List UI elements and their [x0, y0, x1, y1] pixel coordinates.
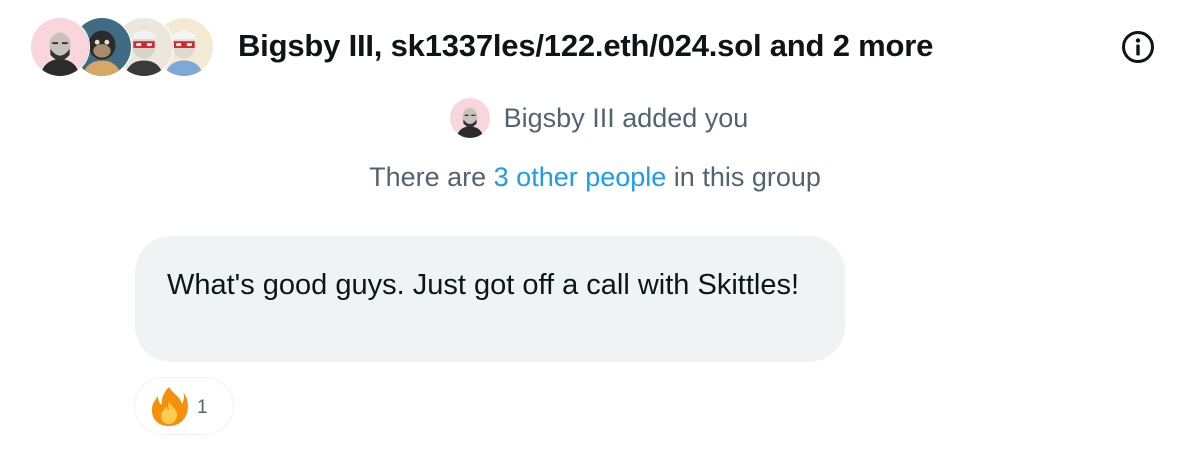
- info-icon: [1122, 31, 1154, 63]
- group-avatars[interactable]: [30, 17, 220, 79]
- message-bubble[interactable]: What's good guys. Just got off a call wi…: [135, 236, 845, 362]
- bigsby-avatar-icon: [30, 17, 90, 77]
- system-message: Bigsby III added you: [0, 96, 1190, 140]
- conversation-title: Bigsby III, sk1337les/122.eth/024.sol an…: [238, 28, 934, 63]
- info-button[interactable]: [1120, 29, 1156, 65]
- group-info-prefix: There are: [369, 162, 494, 192]
- other-people-link[interactable]: 3 other people: [494, 162, 667, 192]
- bigsby-avatar-icon: [449, 98, 490, 138]
- conversation-header: Bigsby III, sk1337les/122.eth/024.sol an…: [0, 0, 1190, 96]
- message-text: What's good guys. Just got off a call wi…: [167, 269, 800, 301]
- fire-emoji-icon: [151, 387, 188, 426]
- system-message-text: Bigsby III added you: [503, 102, 749, 133]
- reaction-pill[interactable]: 1: [134, 377, 234, 435]
- group-info-suffix: in this group: [666, 162, 821, 192]
- group-info: There are 3 other people in this group: [0, 162, 1190, 202]
- reaction-count: 1: [197, 397, 208, 418]
